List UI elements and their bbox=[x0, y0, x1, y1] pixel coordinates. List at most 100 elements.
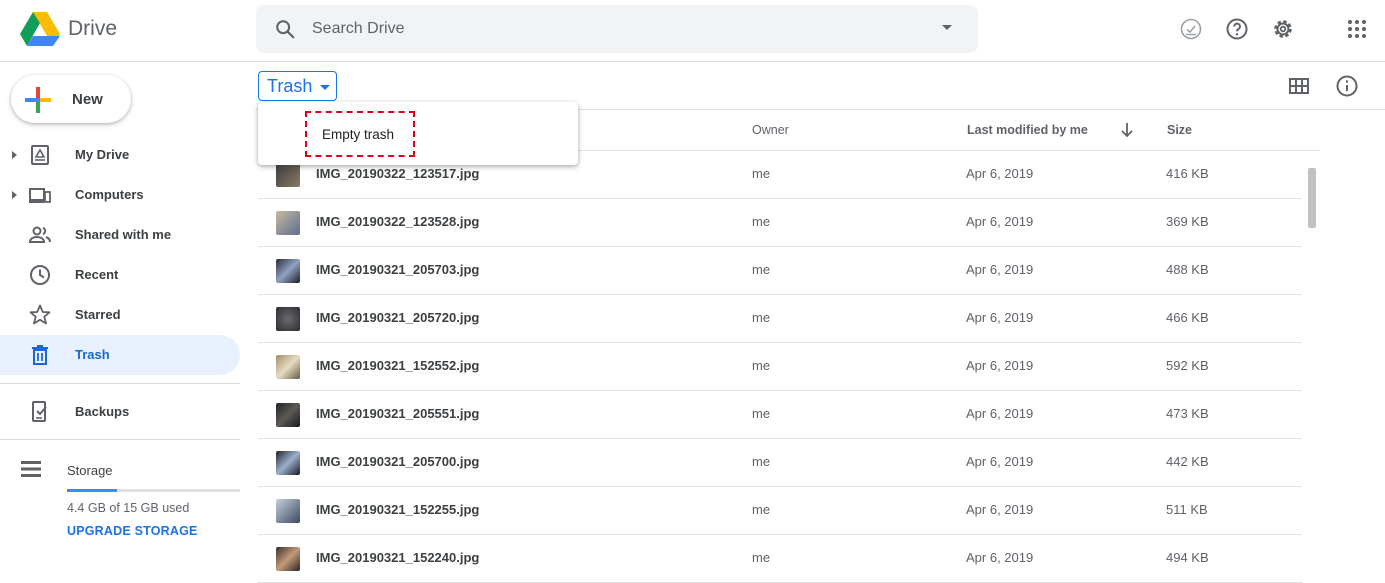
top-bar: Drive bbox=[0, 0, 1385, 62]
sidebar-item-label: Computers bbox=[75, 187, 144, 202]
sidebar-divider bbox=[0, 439, 240, 440]
file-name: IMG_20190321_205703.jpg bbox=[316, 262, 480, 277]
image-thumbnail bbox=[276, 259, 300, 283]
image-thumbnail bbox=[276, 499, 300, 523]
file-modified: Apr 6, 2019 bbox=[966, 310, 1034, 325]
file-owner: me bbox=[752, 310, 771, 325]
scrollbar-thumb[interactable] bbox=[1308, 168, 1316, 228]
storage-usage-bar bbox=[67, 489, 240, 492]
offline-ready-icon[interactable] bbox=[1179, 17, 1203, 41]
file-owner: me bbox=[752, 406, 771, 421]
image-thumbnail bbox=[276, 163, 300, 187]
sidebar-item-label: My Drive bbox=[75, 147, 130, 162]
sidebar-item-backups[interactable]: Backups bbox=[0, 392, 240, 432]
column-header-last-modified[interactable]: Last modified by me bbox=[967, 123, 1088, 137]
table-row[interactable]: IMG_20190321_152552.jpg me Apr 6, 2019 5… bbox=[258, 343, 1302, 391]
image-thumbnail bbox=[276, 451, 300, 475]
help-icon[interactable] bbox=[1225, 17, 1249, 41]
sidebar-item-label: Recent bbox=[75, 267, 119, 282]
file-owner: me bbox=[752, 502, 771, 517]
sidebar-item-label: Shared with me bbox=[75, 227, 172, 242]
table-row[interactable]: IMG_20190321_205551.jpg me Apr 6, 2019 4… bbox=[258, 391, 1302, 439]
sort-arrow-down-icon[interactable] bbox=[1120, 122, 1134, 138]
expand-arrow-icon[interactable] bbox=[12, 191, 17, 199]
file-modified: Apr 6, 2019 bbox=[966, 166, 1034, 181]
image-thumbnail bbox=[276, 403, 300, 427]
apps-grid-icon[interactable] bbox=[1345, 17, 1369, 41]
search-options-icon[interactable] bbox=[942, 25, 952, 30]
backups-icon bbox=[32, 401, 47, 422]
computers-icon bbox=[29, 188, 51, 203]
app-name[interactable]: Drive bbox=[68, 17, 117, 41]
sidebar-item-label: Trash bbox=[75, 347, 110, 362]
sidebar-item-label: Backups bbox=[75, 404, 130, 419]
search-bar[interactable] bbox=[256, 5, 978, 53]
grid-view-icon[interactable] bbox=[1287, 74, 1311, 98]
settings-gear-icon[interactable] bbox=[1271, 17, 1295, 41]
dropdown-caret-icon bbox=[320, 85, 330, 90]
column-header-owner[interactable]: Owner bbox=[752, 123, 789, 137]
file-size: 511 KB bbox=[1166, 502, 1208, 517]
storage-title: Storage bbox=[67, 463, 113, 478]
sidebar-item-trash[interactable]: Trash bbox=[0, 335, 240, 375]
file-size: 488 KB bbox=[1166, 262, 1209, 277]
file-name: IMG_20190321_205551.jpg bbox=[316, 406, 480, 421]
image-thumbnail bbox=[276, 307, 300, 331]
table-row[interactable]: IMG_20190321_205720.jpg me Apr 6, 2019 4… bbox=[258, 295, 1302, 343]
image-thumbnail bbox=[276, 211, 300, 235]
breadcrumb-label: Trash bbox=[267, 76, 313, 96]
drive-logo-icon[interactable] bbox=[20, 12, 60, 48]
storage-used-text: 4.4 GB of 15 GB used bbox=[67, 501, 190, 515]
trash-icon bbox=[32, 345, 48, 365]
table-row[interactable]: IMG_20190321_152240.jpg me Apr 6, 2019 4… bbox=[258, 535, 1302, 583]
file-modified: Apr 6, 2019 bbox=[966, 214, 1034, 229]
column-header-size[interactable]: Size bbox=[1167, 123, 1192, 137]
table-row[interactable]: IMG_20190321_205703.jpg me Apr 6, 2019 4… bbox=[258, 247, 1302, 295]
star-icon bbox=[29, 304, 51, 325]
file-modified: Apr 6, 2019 bbox=[966, 502, 1034, 517]
search-input[interactable] bbox=[312, 17, 912, 41]
file-owner: me bbox=[752, 454, 771, 469]
file-size: 416 KB bbox=[1166, 166, 1209, 181]
expand-arrow-icon[interactable] bbox=[12, 151, 17, 159]
search-icon[interactable] bbox=[274, 18, 296, 40]
sidebar-nav-secondary: Backups bbox=[0, 392, 240, 432]
file-size: 369 KB bbox=[1166, 214, 1209, 229]
plus-icon bbox=[25, 87, 51, 113]
clock-icon bbox=[30, 265, 50, 285]
file-modified: Apr 6, 2019 bbox=[966, 262, 1034, 277]
file-owner: me bbox=[752, 358, 771, 373]
file-owner: me bbox=[752, 262, 771, 277]
annotation-highlight-box bbox=[305, 111, 415, 157]
storage-usage-fill bbox=[67, 489, 118, 492]
file-size: 442 KB bbox=[1166, 454, 1209, 469]
storage-icon bbox=[21, 461, 41, 477]
file-name: IMG_20190321_152255.jpg bbox=[316, 502, 480, 517]
file-name: IMG_20190322_123517.jpg bbox=[316, 166, 480, 181]
new-button[interactable]: New bbox=[11, 75, 131, 123]
sidebar-divider bbox=[0, 383, 240, 384]
file-name: IMG_20190321_152552.jpg bbox=[316, 358, 480, 373]
info-icon[interactable] bbox=[1335, 74, 1359, 98]
file-name: IMG_20190321_152240.jpg bbox=[316, 550, 480, 565]
sidebar-item-starred[interactable]: Starred bbox=[0, 295, 240, 335]
file-modified: Apr 6, 2019 bbox=[966, 406, 1034, 421]
file-size: 494 KB bbox=[1166, 550, 1209, 565]
file-owner: me bbox=[752, 214, 771, 229]
sidebar-item-shared-with-me[interactable]: Shared with me bbox=[0, 215, 240, 255]
table-row[interactable]: IMG_20190321_152255.jpg me Apr 6, 2019 5… bbox=[258, 487, 1302, 535]
file-name: IMG_20190321_205700.jpg bbox=[316, 454, 480, 469]
sidebar-item-recent[interactable]: Recent bbox=[0, 255, 240, 295]
file-size: 466 KB bbox=[1166, 310, 1209, 325]
sidebar-nav: My Drive Computers Shared with me Recent… bbox=[0, 135, 240, 375]
table-row[interactable]: IMG_20190321_205700.jpg me Apr 6, 2019 4… bbox=[258, 439, 1302, 487]
table-row[interactable]: IMG_20190322_123528.jpg me Apr 6, 2019 3… bbox=[258, 199, 1302, 247]
upgrade-storage-link[interactable]: UPGRADE STORAGE bbox=[67, 524, 198, 538]
sidebar-item-my-drive[interactable]: My Drive bbox=[0, 135, 240, 175]
breadcrumb-trash-dropdown[interactable]: Trash bbox=[258, 71, 337, 101]
sidebar-item-computers[interactable]: Computers bbox=[0, 175, 240, 215]
new-button-label: New bbox=[72, 91, 103, 108]
image-thumbnail bbox=[276, 547, 300, 571]
file-modified: Apr 6, 2019 bbox=[966, 454, 1034, 469]
file-list: IMG_20190322_123517.jpg me Apr 6, 2019 4… bbox=[258, 151, 1302, 583]
